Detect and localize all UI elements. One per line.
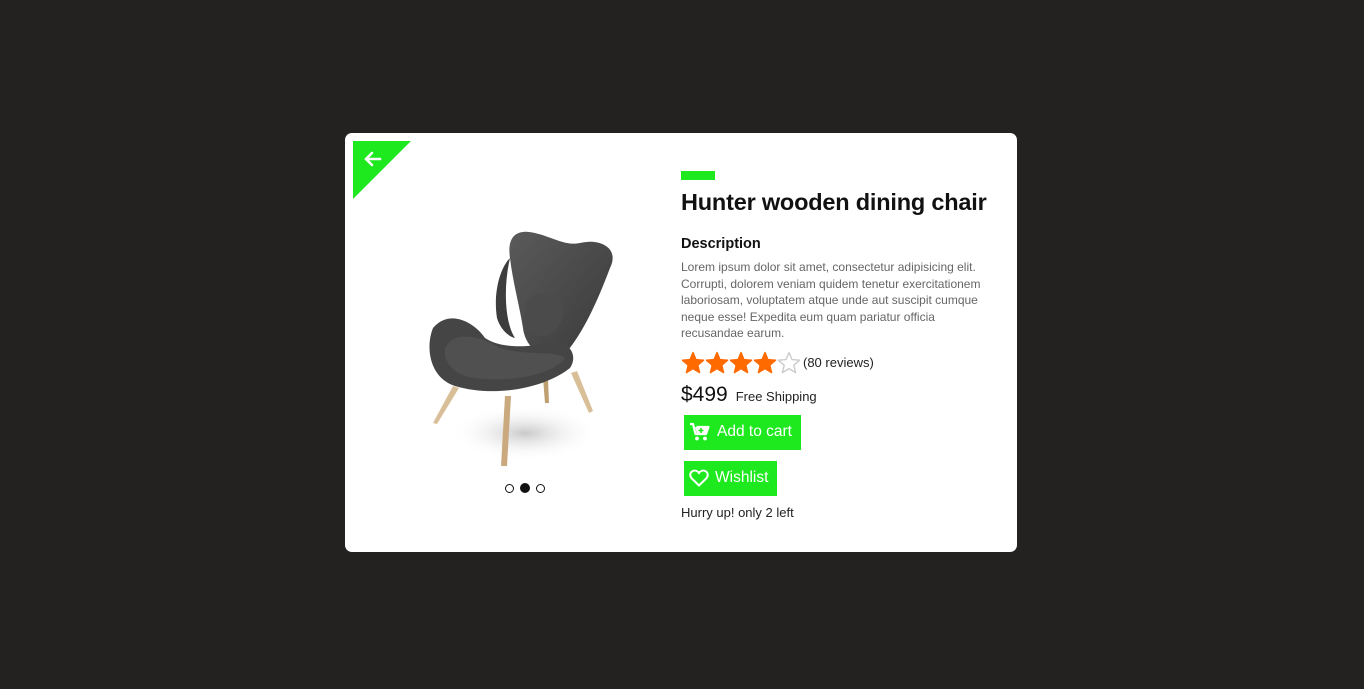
carousel-dot-1[interactable] xyxy=(505,483,514,493)
stock-note: Hurry up! only 2 left xyxy=(681,504,794,520)
rating-row: (80 reviews) xyxy=(681,350,991,376)
carousel-dot-2[interactable] xyxy=(520,483,530,493)
add-to-cart-label: Add to cart xyxy=(717,423,792,440)
product-info: Hunter wooden dining chair Description L… xyxy=(681,171,991,520)
shipping-note: Free Shipping xyxy=(735,388,817,404)
star-filled-icon[interactable] xyxy=(705,351,729,375)
back-button[interactable] xyxy=(353,141,411,199)
product-title: Hunter wooden dining chair xyxy=(681,189,987,215)
star-filled-icon[interactable] xyxy=(729,351,753,375)
star-empty-icon[interactable] xyxy=(777,351,801,375)
carousel-dot-3[interactable] xyxy=(536,483,545,493)
heart-icon xyxy=(689,469,709,487)
product-price: $499 xyxy=(681,382,728,406)
carousel-dots xyxy=(505,483,545,493)
add-to-cart-button[interactable]: Add to cart xyxy=(684,414,801,450)
product-description: Lorem ipsum dolor sit amet, consectetur … xyxy=(681,260,981,340)
description-heading: Description xyxy=(681,236,761,252)
product-image xyxy=(415,228,645,478)
star-rating xyxy=(681,351,801,375)
star-filled-icon[interactable] xyxy=(753,351,777,375)
title-accent-bar xyxy=(681,171,715,180)
review-count[interactable]: (80 reviews) xyxy=(803,355,874,370)
product-card: Hunter wooden dining chair Description L… xyxy=(345,133,1017,552)
star-filled-icon[interactable] xyxy=(681,351,705,375)
cart-icon xyxy=(689,422,711,442)
price-row: $499 Free Shipping xyxy=(681,383,991,407)
wishlist-label: Wishlist xyxy=(715,469,769,486)
wishlist-button[interactable]: Wishlist xyxy=(684,460,778,496)
